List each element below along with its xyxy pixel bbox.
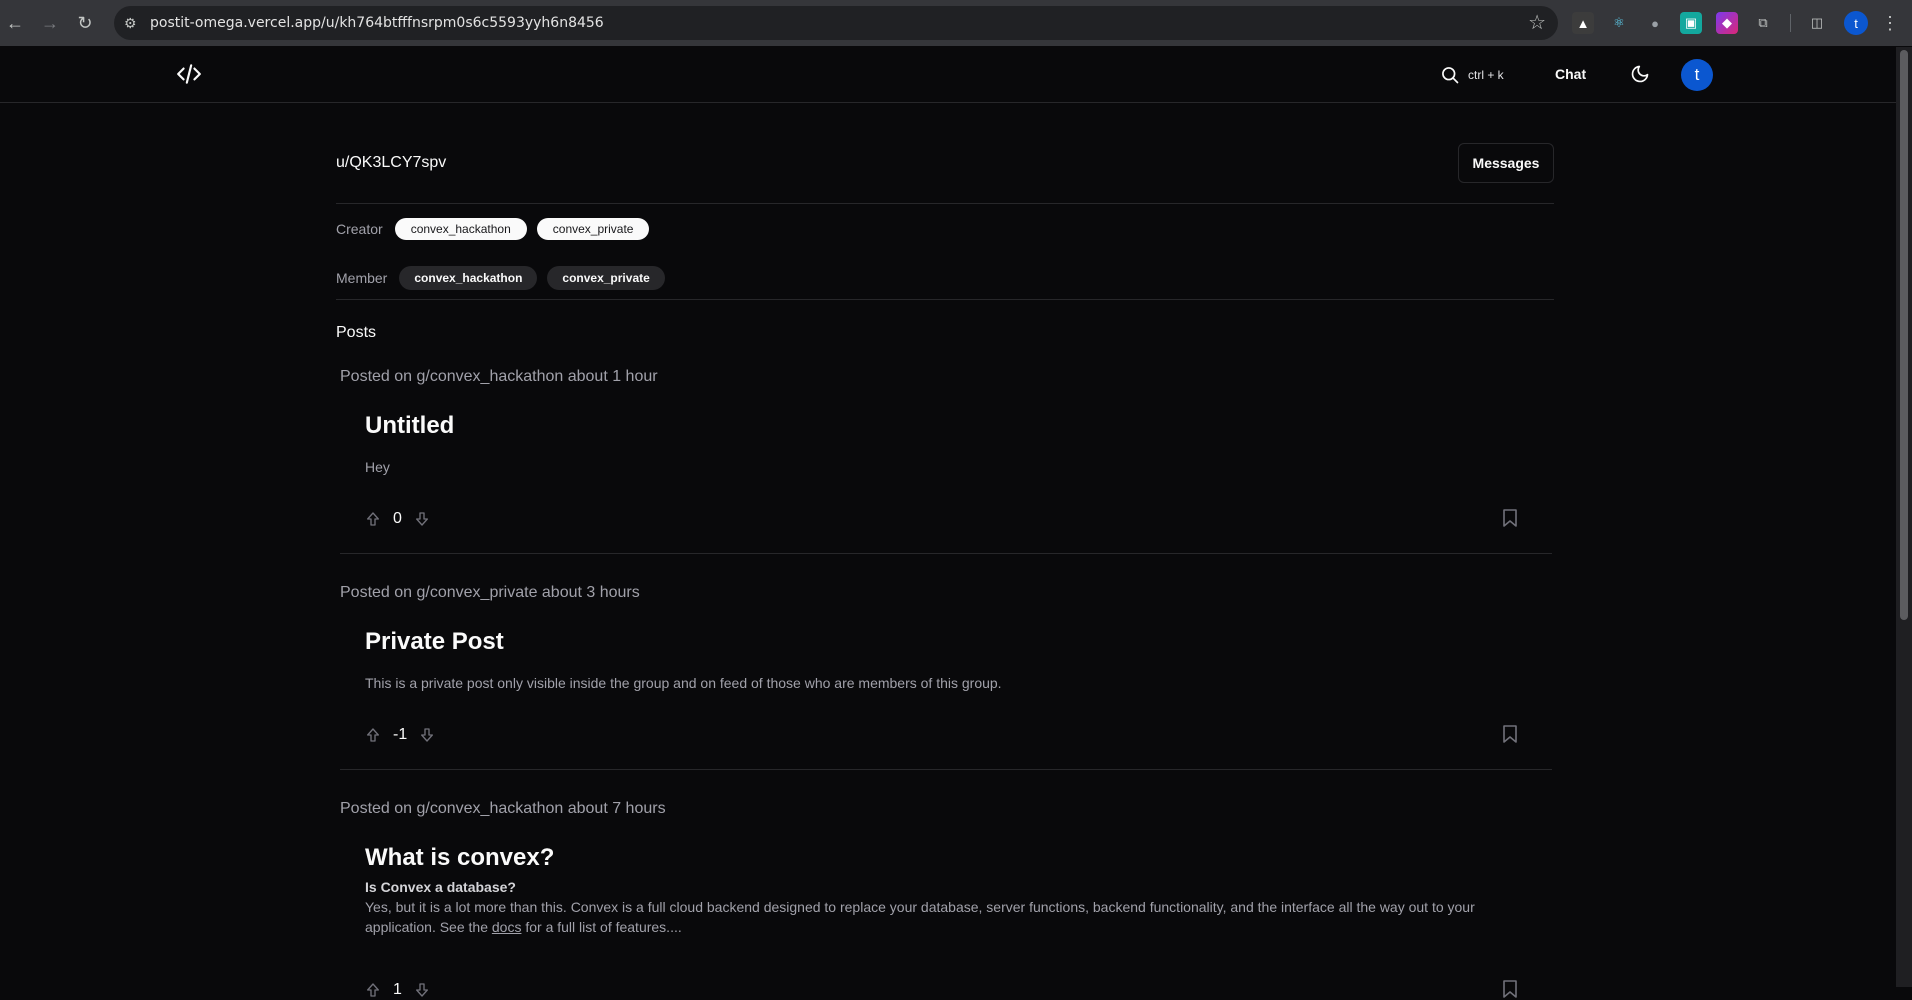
post-body: This is a private post only visible insi…	[365, 675, 1002, 691]
vote-controls: 0	[365, 509, 430, 529]
app-header: ctrl + k Chat t	[0, 47, 1896, 103]
member-label: Member	[336, 270, 388, 286]
username: u/QK3LCY7spv	[336, 154, 447, 171]
vote-count: 1	[393, 981, 402, 998]
vote-controls: -1	[365, 725, 435, 745]
bookmark-star-icon[interactable]: ☆	[1528, 12, 1546, 34]
downvote-icon[interactable]	[419, 727, 435, 743]
member-group-badge[interactable]: convex_hackathon	[399, 266, 538, 290]
profile-page: u/QK3LCY7spv Messages Creator convex_hac…	[336, 103, 1554, 998]
url-text[interactable]: postit-omega.vercel.app/u/kh764btfffnsrp…	[150, 6, 604, 40]
back-icon[interactable]: ←	[4, 12, 26, 34]
creator-group-badge[interactable]: convex_hackathon	[394, 218, 527, 240]
creator-label: Creator	[336, 221, 383, 237]
address-bar[interactable]: ⚙ postit-omega.vercel.app/u/kh764btfffns…	[114, 6, 1558, 40]
member-groups: Member convex_hackathon convex_private	[336, 266, 665, 290]
post-text: for a full list of features....	[521, 919, 682, 935]
bookmark-icon[interactable]	[1502, 725, 1518, 743]
extension-icon-4[interactable]: ▣	[1680, 12, 1702, 34]
post-meta: Posted on g/convex_private about 3 hours	[340, 584, 640, 601]
post-subheading: Is Convex a database?	[365, 879, 516, 895]
bookmark-icon[interactable]	[1502, 509, 1518, 527]
docs-link[interactable]: docs	[492, 919, 522, 935]
vote-count: -1	[393, 726, 408, 743]
divider	[336, 299, 1554, 300]
extension-icon-5[interactable]: ◆	[1716, 12, 1738, 34]
avatar[interactable]: t	[1681, 59, 1713, 91]
creator-groups: Creator convex_hackathon convex_private	[336, 218, 650, 240]
search-trigger[interactable]: ctrl + k	[1440, 63, 1504, 87]
reload-icon[interactable]: ↻	[74, 12, 96, 34]
profile-header: u/QK3LCY7spv Messages	[336, 103, 1554, 204]
upvote-icon[interactable]	[365, 511, 381, 527]
member-group-badge[interactable]: convex_private	[547, 266, 665, 290]
upvote-icon[interactable]	[365, 727, 381, 743]
post-body: Hey	[365, 459, 390, 475]
extensions-puzzle-icon[interactable]: ⧉	[1752, 12, 1774, 34]
react-devtools-icon[interactable]: ⚛	[1608, 12, 1630, 34]
messages-button[interactable]: Messages	[1458, 143, 1554, 183]
browser-menu-icon[interactable]: ⋮	[1880, 11, 1900, 35]
post-title[interactable]: Untitled	[365, 412, 454, 440]
post-divider	[340, 553, 1552, 554]
vote-count: 0	[393, 510, 402, 527]
scrollbar-thumb[interactable]	[1900, 50, 1908, 620]
post-meta: Posted on g/convex_hackathon about 1 hou…	[340, 368, 658, 385]
posts-heading: Posts	[336, 324, 377, 341]
toolbar-divider	[1790, 14, 1791, 32]
side-panel-icon[interactable]: ◫	[1806, 12, 1828, 34]
code-logo-icon[interactable]	[176, 61, 202, 87]
downvote-icon[interactable]	[414, 511, 430, 527]
creator-group-badge[interactable]: convex_private	[536, 218, 650, 240]
downvote-icon[interactable]	[414, 982, 430, 998]
post-divider	[340, 769, 1552, 770]
post-body: Is Convex a database? Yes, but it is a lo…	[365, 877, 1505, 937]
site-settings-icon[interactable]: ⚙	[124, 14, 142, 32]
browser-profile-avatar[interactable]: t	[1844, 11, 1868, 35]
post-meta: Posted on g/convex_hackathon about 7 hou…	[340, 800, 666, 817]
search-shortcut: ctrl + k	[1468, 68, 1504, 82]
extension-icon-1[interactable]: ▲	[1572, 12, 1594, 34]
moon-icon[interactable]	[1630, 64, 1650, 84]
chat-link[interactable]: Chat	[1555, 66, 1586, 82]
bookmark-icon[interactable]	[1502, 980, 1518, 998]
post-title[interactable]: What is convex?	[365, 844, 554, 872]
post-title[interactable]: Private Post	[365, 628, 504, 656]
search-icon	[1442, 67, 1459, 84]
extension-icon-3[interactable]: ●	[1644, 12, 1666, 34]
forward-icon[interactable]: →	[39, 12, 61, 34]
upvote-icon[interactable]	[365, 982, 381, 998]
vote-controls: 1	[365, 980, 430, 1000]
browser-toolbar: ← → ↻ ⚙ postit-omega.vercel.app/u/kh764b…	[0, 0, 1912, 46]
